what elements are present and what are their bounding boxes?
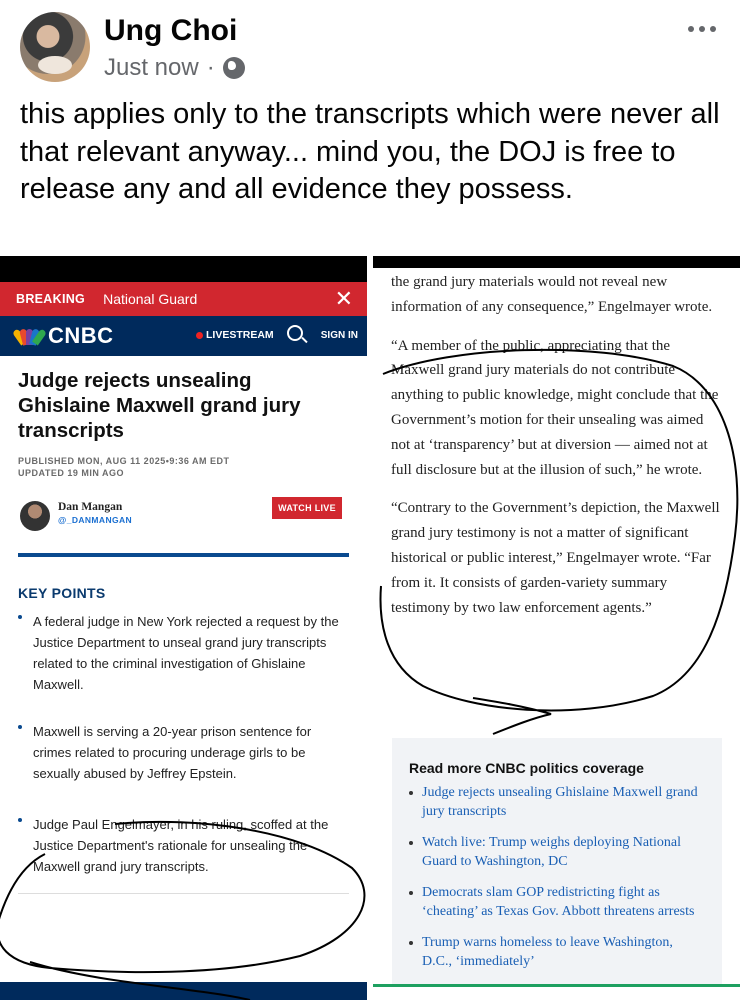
- section-divider: [18, 553, 349, 557]
- post-text: this applies only to the transcripts whi…: [20, 98, 720, 205]
- right-screenshot: the grand jury materials would not revea…: [373, 256, 740, 1000]
- breaking-text: National Guard: [103, 291, 198, 307]
- published-date: PUBLISHED MON, AUG 11 2025•9:36 AM EDT: [18, 456, 230, 466]
- byline: Dan Mangan @_DANMANGAN WATCH LIVE: [0, 489, 367, 543]
- author-photo: [20, 501, 50, 531]
- read-more-link-4[interactable]: Trump warns homeless to leave Washington…: [409, 934, 706, 971]
- read-more-title: Read more CNBC politics coverage: [409, 760, 644, 776]
- left-screenshot: BREAKING National Guard ✕ CNBC LIVESTREA…: [0, 256, 367, 1000]
- post-meta: Just now ·: [104, 54, 245, 82]
- browser-toolbar[interactable]: [0, 982, 367, 1000]
- article-headline: Judge rejects unsealing Ghislaine Maxwel…: [18, 369, 301, 442]
- author-name[interactable]: Ung Choi: [104, 14, 237, 48]
- article-paragraph-2: “A member of the public, appreciating th…: [391, 337, 719, 478]
- key-points-title: KEY POINTS: [18, 585, 106, 601]
- live-dot-icon: [196, 331, 203, 339]
- search-icon[interactable]: [287, 325, 303, 341]
- article-author-handle[interactable]: @_DANMANGAN: [58, 515, 132, 525]
- updated-time: UPDATED 19 MIN AGO: [18, 468, 125, 478]
- post-timestamp[interactable]: Just now: [104, 54, 199, 82]
- article-author-name[interactable]: Dan Mangan: [58, 501, 122, 513]
- key-point-1: A federal judge in New York rejected a r…: [18, 611, 345, 695]
- key-points-divider: [18, 893, 349, 894]
- sign-in-button[interactable]: SIGN IN: [321, 330, 358, 341]
- breaking-label: BREAKING: [16, 292, 86, 306]
- post-header: Ung Choi Just now ·: [0, 0, 740, 95]
- peacock-logo-icon: [12, 327, 47, 346]
- author-avatar[interactable]: [20, 12, 90, 82]
- publish-info: PUBLISHED MON, AUG 11 2025•9:36 AM EDT U…: [0, 443, 367, 479]
- livestream-label: LIVESTREAM: [206, 329, 274, 341]
- status-bar: [0, 256, 367, 282]
- cnbc-header: CNBC LIVESTREAM SIGN IN: [0, 316, 367, 356]
- globe-icon[interactable]: [222, 57, 245, 79]
- read-more-box: Read more CNBC politics coverage Judge r…: [392, 738, 722, 988]
- key-point-2: Maxwell is serving a 20-year prison sent…: [18, 721, 345, 784]
- watch-live-button[interactable]: WATCH LIVE: [272, 497, 342, 519]
- cnbc-logo[interactable]: CNBC: [48, 323, 114, 349]
- browser-toolbar[interactable]: [373, 984, 740, 1000]
- more-options-icon[interactable]: [688, 26, 716, 32]
- read-more-link-3[interactable]: Democrats slam GOP redistricting fight a…: [409, 884, 706, 921]
- status-bar: [373, 256, 740, 268]
- read-more-link-2[interactable]: Watch live: Trump weighs deploying Natio…: [409, 834, 706, 871]
- read-more-list: Judge rejects unsealing Ghislaine Maxwel…: [409, 784, 706, 971]
- breaking-banner[interactable]: BREAKING National Guard ✕: [0, 282, 367, 316]
- article-paragraph-1: the grand jury materials would not revea…: [391, 274, 713, 315]
- close-icon[interactable]: ✕: [335, 286, 353, 312]
- key-point-3: Judge Paul Engelmayer, in his ruling, sc…: [18, 814, 345, 877]
- article-paragraph-3: “Contrary to the Government’s depiction,…: [391, 500, 720, 616]
- livestream-link[interactable]: LIVESTREAM: [196, 329, 274, 341]
- read-more-link-1[interactable]: Judge rejects unsealing Ghislaine Maxwel…: [409, 784, 706, 821]
- meta-separator: ·: [206, 54, 215, 81]
